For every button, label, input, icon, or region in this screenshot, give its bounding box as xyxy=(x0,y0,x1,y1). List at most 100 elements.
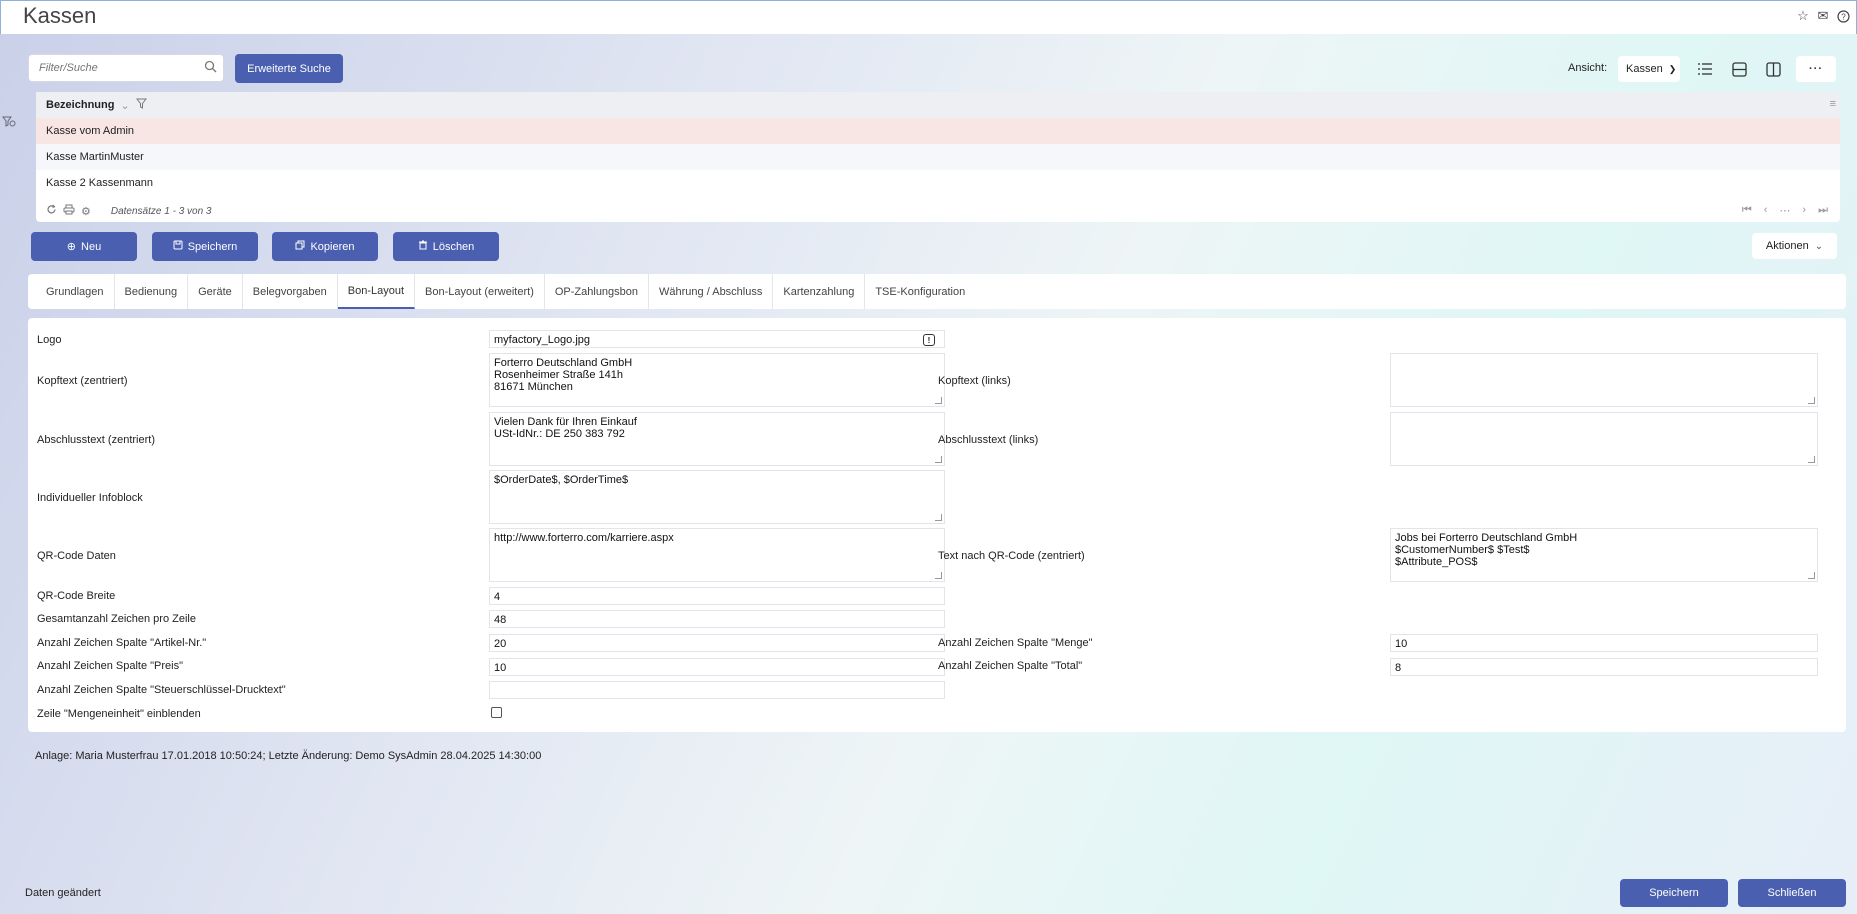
actions-dropdown-label: Aktionen xyxy=(1765,240,1809,252)
records-grid: Bezeichnung ⌄ ≡ Kasse vom Admin Kasse Ma… xyxy=(36,92,1840,222)
plus-circle-icon: ⊕ xyxy=(66,241,77,253)
extended-search-button[interactable]: Erweiterte Suche xyxy=(235,54,343,83)
grid-header[interactable]: Bezeichnung ⌄ ≡ xyxy=(36,92,1840,118)
column-header-bezeichnung[interactable]: Bezeichnung xyxy=(46,99,114,111)
delete-button[interactable]: Löschen xyxy=(393,232,499,261)
prev-page-icon[interactable]: ‹ xyxy=(1764,204,1768,217)
side-panel-icon[interactable] xyxy=(2,114,16,128)
col-price-label: Anzahl Zeichen Spalte "Preis" xyxy=(37,660,183,672)
tab-bon-layout[interactable]: Bon-Layout xyxy=(337,274,416,309)
settings-gear-icon[interactable]: ⚙ xyxy=(81,205,91,218)
save-record-label: Speichern xyxy=(187,240,238,253)
new-button[interactable]: ⊕ Neu xyxy=(31,232,137,261)
qr-data-label: QR-Code Daten xyxy=(37,550,116,562)
qr-data-field[interactable]: http://www.forterro.com/karriere.aspx xyxy=(489,528,945,582)
trash-icon xyxy=(418,240,428,253)
first-page-icon[interactable]: ⏮ xyxy=(1742,204,1752,217)
filter-icon[interactable] xyxy=(135,98,147,112)
footer-left-field[interactable] xyxy=(1390,412,1818,466)
col-tax-label: Anzahl Zeichen Spalte "Steuerschlüssel-D… xyxy=(37,684,286,696)
pager: ⏮ ‹ ⋯ › ⏭ xyxy=(1742,204,1828,217)
qr-width-field[interactable]: 4 xyxy=(489,587,945,605)
tab-bar: Grundlagen Bedienung Geräte Belegvorgabe… xyxy=(28,274,1846,309)
next-page-icon[interactable]: › xyxy=(1802,204,1806,217)
row-label: Kasse MartinMuster xyxy=(46,151,144,163)
show-unit-label: Zeile "Mengeneinheit" einblenden xyxy=(37,708,201,720)
col-total-field[interactable]: 8 xyxy=(1390,658,1818,676)
save-icon xyxy=(173,240,183,253)
qr-text-field[interactable]: Jobs bei Forterro Deutschland GmbH $Cust… xyxy=(1390,528,1818,582)
col-total-label: Anzahl Zeichen Spalte "Total" xyxy=(938,660,1083,672)
logo-field[interactable]: myfactory_Logo.jpg xyxy=(489,330,945,348)
chevron-down-icon: ❯ xyxy=(1668,63,1677,74)
col-price-field[interactable]: 10 xyxy=(489,658,945,676)
window-title: Kassen xyxy=(23,3,97,28)
info-icon[interactable]: ! xyxy=(923,334,935,346)
logo-label: Logo xyxy=(37,334,62,346)
header-centered-field[interactable]: Forterro Deutschland GmbH Rosenheimer St… xyxy=(489,353,945,407)
tab-tse-konfiguration[interactable]: TSE-Konfiguration xyxy=(865,274,975,309)
tab-waehrung-abschluss[interactable]: Währung / Abschluss xyxy=(649,274,774,309)
show-unit-checkbox[interactable] xyxy=(491,707,502,718)
col-article-label: Anzahl Zeichen Spalte "Artikel-Nr." xyxy=(37,637,207,649)
search-input[interactable] xyxy=(29,55,189,81)
view-select-value: Kassen xyxy=(1626,63,1663,75)
more-options-button[interactable]: ··· xyxy=(1796,56,1836,82)
info-block-field[interactable]: $OrderDate$, $OrderTime$ xyxy=(489,470,945,524)
header-left-field[interactable] xyxy=(1390,353,1818,407)
header-centered-label: Kopftext (zentriert) xyxy=(37,375,128,387)
tab-belegvorgaben[interactable]: Belegvorgaben xyxy=(243,274,338,309)
close-button[interactable]: Schließen xyxy=(1738,879,1846,907)
tab-op-zahlungsbon[interactable]: OP-Zahlungsbon xyxy=(545,274,650,309)
delete-button-label: Löschen xyxy=(432,240,475,253)
horizontal-split-button[interactable] xyxy=(1724,56,1754,82)
sort-chevron-icon[interactable]: ⌄ xyxy=(120,99,129,112)
bon-layout-form: Logo myfactory_Logo.jpg ! Kopftext (zent… xyxy=(28,318,1846,732)
last-page-icon[interactable]: ⏭ xyxy=(1818,204,1828,217)
title-icons: ☆ ✉ ? xyxy=(1796,8,1850,23)
page-more-icon[interactable]: ⋯ xyxy=(1779,204,1790,217)
actions-dropdown[interactable]: Aktionen ⌄ xyxy=(1752,233,1837,259)
status-text: Daten geändert xyxy=(25,887,101,899)
col-article-field[interactable]: 20 xyxy=(489,634,945,652)
refresh-icon[interactable] xyxy=(46,204,57,218)
search-icon[interactable] xyxy=(204,60,217,76)
tab-bedienung[interactable]: Bedienung xyxy=(115,274,189,309)
table-row[interactable]: Kasse MartinMuster xyxy=(36,144,1840,170)
col-tax-field[interactable] xyxy=(489,681,945,699)
vertical-split-button[interactable] xyxy=(1758,56,1788,82)
info-block-label: Individueller Infoblock xyxy=(37,492,143,504)
tab-kartenzahlung[interactable]: Kartenzahlung xyxy=(773,274,866,309)
save-record-button[interactable]: Speichern xyxy=(152,232,258,261)
mail-icon[interactable]: ✉ xyxy=(1816,8,1830,23)
table-row[interactable]: Kasse vom Admin xyxy=(36,118,1840,144)
title-bar: Kassen ☆ ✉ ? xyxy=(0,0,1857,34)
column-menu-icon[interactable]: ≡ xyxy=(1830,98,1836,110)
help-icon[interactable]: ? xyxy=(1836,9,1850,23)
tab-grundlagen[interactable]: Grundlagen xyxy=(36,274,115,309)
footer-left-label: Abschlusstext (links) xyxy=(938,434,1039,446)
row-label: Kasse vom Admin xyxy=(46,125,135,137)
new-button-label: Neu xyxy=(81,240,102,253)
record-count: Datensätze 1 - 3 von 3 xyxy=(110,205,212,217)
row-label: Kasse 2 Kassenmann xyxy=(46,177,154,189)
audit-info: Anlage: Maria Musterfrau 17.01.2018 10:5… xyxy=(35,750,542,762)
qr-width-label: QR-Code Breite xyxy=(37,590,116,602)
grid-footer: ⚙ Datensätze 1 - 3 von 3 ⏮ ‹ ⋯ › ⏭ xyxy=(36,200,1840,222)
footer-centered-label: Abschlusstext (zentriert) xyxy=(37,434,155,446)
list-view-button[interactable] xyxy=(1690,56,1720,82)
tab-geraete[interactable]: Geräte xyxy=(188,274,243,309)
save-button[interactable]: Speichern xyxy=(1620,879,1728,907)
search-box[interactable] xyxy=(28,54,224,82)
chars-per-line-field[interactable]: 48 xyxy=(489,610,945,628)
footer-centered-field[interactable]: Vielen Dank für Ihren Einkauf USt-IdNr.:… xyxy=(489,412,945,466)
print-icon[interactable] xyxy=(63,204,75,218)
view-select[interactable]: Kassen ❯ xyxy=(1618,56,1680,82)
star-icon[interactable]: ☆ xyxy=(1796,8,1810,23)
qr-text-label: Text nach QR-Code (zentriert) xyxy=(938,550,1085,562)
copy-button-label: Kopieren xyxy=(310,240,355,253)
tab-bon-layout-erweitert[interactable]: Bon-Layout (erweitert) xyxy=(415,274,545,309)
table-row[interactable]: Kasse 2 Kassenmann xyxy=(36,170,1840,196)
col-quantity-field[interactable]: 10 xyxy=(1390,634,1818,652)
copy-button[interactable]: Kopieren xyxy=(272,232,378,261)
